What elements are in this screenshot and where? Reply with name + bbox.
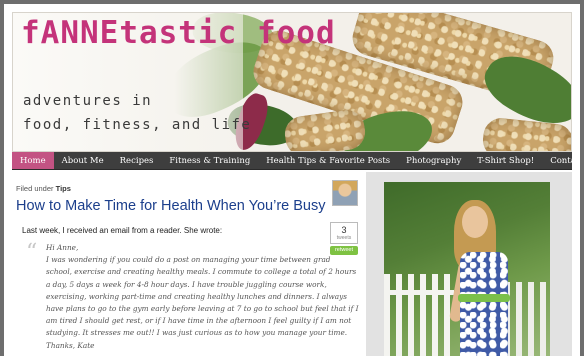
sidebar (366, 172, 572, 356)
nav-item-contact-me[interactable]: Contact Me (542, 152, 580, 169)
nav-item-about-me[interactable]: About Me (54, 152, 112, 169)
tweet-count: 3 (341, 225, 347, 235)
quote-line: exercising, working part-time and creati… (46, 291, 347, 301)
person-belt (458, 294, 510, 302)
nav-item-photography[interactable]: Photography (398, 152, 469, 169)
tagline-line-2: food, fitness, and life (23, 117, 252, 133)
nav-item-health-tips[interactable]: Health Tips & Favorite Posts (258, 152, 398, 169)
quote-line: studying. It stresses me out!! I was jus… (46, 328, 348, 338)
tweet-count-box[interactable]: 3 tweets (330, 222, 358, 244)
site-header-banner[interactable]: fANNEtastic food adventures in food, fit… (12, 12, 572, 152)
fence-decoration (384, 274, 454, 356)
post-category-line: Filed under Tips (16, 184, 71, 193)
post-intro: Last week, I received an email from a re… (22, 226, 223, 235)
author-avatar (332, 180, 358, 206)
fence-decoration (504, 282, 550, 356)
main-nav: Home About Me Recipes Fitness & Training… (12, 152, 580, 170)
quote-mark-icon: “ (26, 240, 38, 265)
page: fANNEtastic food adventures in food, fit… (4, 4, 580, 356)
quote-line: Thanks, Kate (46, 340, 95, 350)
post-column: Filed under Tips How to Make Time for He… (12, 174, 366, 354)
nav-item-recipes[interactable]: Recipes (112, 152, 162, 169)
site-title[interactable]: fANNEtastic food (21, 15, 336, 51)
granola-bar-image (282, 107, 368, 151)
author-photo[interactable] (384, 182, 550, 356)
quote-text: Hi Anne, I was wondering if you could do… (46, 242, 359, 352)
quote-line: have plans to go to the gym early before… (46, 304, 359, 314)
filed-under-label: Filed under (16, 184, 54, 193)
quote-line: school, exercise and creating healthy me… (46, 267, 357, 277)
fence-decoration (384, 290, 454, 295)
quote-line: Hi Anne, (46, 243, 79, 252)
nav-item-fitness-training[interactable]: Fitness & Training (161, 152, 258, 169)
quote-line: I was wondering if you could do a post o… (46, 255, 331, 265)
nav-item-home[interactable]: Home (12, 152, 54, 169)
quote-line: a day, 5 days a week for 4-8 hour days. … (46, 279, 327, 289)
post-title[interactable]: How to Make Time for Health When You’re … (16, 198, 325, 214)
quote-line: am tired I should get rest, or if I have… (46, 316, 352, 326)
tagline-line-1: adventures in (23, 93, 153, 109)
category-link[interactable]: Tips (56, 184, 71, 193)
person-dress (460, 252, 508, 356)
tweet-count-label: tweets (336, 235, 352, 241)
nav-item-tshirt-shop[interactable]: T-Shirt Shop! (469, 152, 542, 169)
person-face (462, 206, 488, 238)
